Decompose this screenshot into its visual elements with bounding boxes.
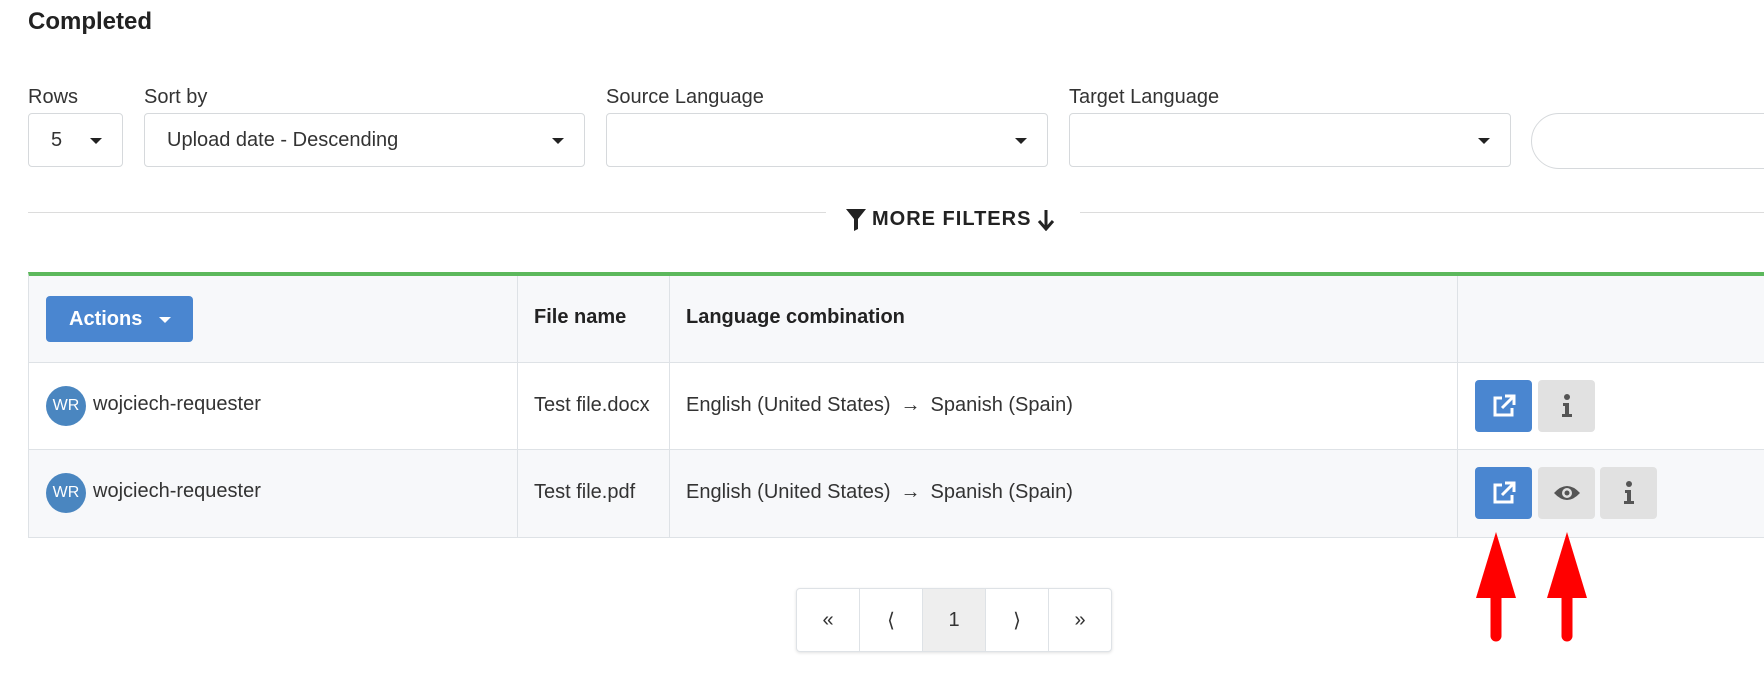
table-row: WR wojciech-requester Test file.pdf Engl… bbox=[29, 450, 1764, 537]
page-title: Completed bbox=[28, 8, 153, 35]
source-language: English (United States) bbox=[686, 394, 891, 416]
arrow-down-icon bbox=[1038, 209, 1055, 231]
requester-name: wojciech-requester bbox=[93, 480, 261, 502]
language-combination: English (United States) → Spanish (Spain) bbox=[686, 394, 1073, 417]
info-icon bbox=[1623, 481, 1634, 504]
actions-dropdown-button[interactable]: Actions bbox=[46, 296, 193, 342]
rows-label: Rows bbox=[28, 86, 79, 108]
eye-icon bbox=[1553, 486, 1580, 500]
chevron-down-icon bbox=[1015, 138, 1027, 144]
open-button[interactable] bbox=[1475, 380, 1532, 432]
avatar: WR bbox=[46, 473, 86, 513]
table-header-row: Actions File name Language combination bbox=[29, 276, 1764, 363]
completed-files-table: Actions File name Language combination W… bbox=[28, 272, 1764, 538]
column-divider bbox=[669, 276, 670, 537]
open-button[interactable] bbox=[1475, 467, 1532, 519]
next-page-button[interactable]: ⟩ bbox=[986, 589, 1049, 651]
target-language: Spanish (Spain) bbox=[930, 394, 1073, 416]
more-filters-toggle[interactable]: MORE FILTERS bbox=[846, 208, 1055, 231]
target-language: Spanish (Spain) bbox=[930, 481, 1073, 503]
table-row: WR wojciech-requester Test file.docx Eng… bbox=[29, 363, 1764, 450]
page-1-button[interactable]: 1 bbox=[923, 589, 986, 651]
last-page-button[interactable]: » bbox=[1049, 589, 1111, 651]
column-header-file-name: File name bbox=[534, 306, 627, 328]
info-button[interactable] bbox=[1538, 380, 1595, 432]
column-divider bbox=[1457, 276, 1458, 537]
external-link-icon bbox=[1493, 394, 1515, 417]
rows-select[interactable]: 5 bbox=[28, 113, 123, 167]
sort-by-label: Sort by bbox=[144, 86, 208, 108]
divider bbox=[28, 212, 826, 213]
annotation-arrow-icon bbox=[1547, 532, 1587, 642]
actions-button-label: Actions bbox=[69, 307, 143, 330]
column-divider bbox=[517, 276, 518, 537]
avatar: WR bbox=[46, 386, 86, 426]
first-page-button[interactable]: « bbox=[797, 589, 860, 651]
sort-by-select-value: Upload date - Descending bbox=[167, 128, 399, 151]
chevron-down-icon bbox=[552, 138, 564, 144]
source-language: English (United States) bbox=[686, 481, 891, 503]
chevron-down-icon bbox=[1478, 138, 1490, 144]
column-header-language-combination: Language combination bbox=[686, 306, 905, 328]
file-name: Test file.docx bbox=[534, 394, 650, 416]
more-filters-label: MORE FILTERS bbox=[872, 208, 1032, 230]
source-language-label: Source Language bbox=[606, 86, 764, 108]
external-link-icon bbox=[1493, 481, 1515, 504]
filter-icon bbox=[846, 208, 866, 231]
sort-by-select[interactable]: Upload date - Descending bbox=[144, 113, 585, 167]
divider bbox=[1080, 212, 1764, 213]
chevron-down-icon bbox=[159, 317, 171, 323]
arrow-right-icon: → bbox=[900, 394, 921, 416]
file-name: Test file.pdf bbox=[534, 481, 636, 503]
info-button[interactable] bbox=[1600, 467, 1657, 519]
preview-button[interactable] bbox=[1538, 467, 1595, 519]
pagination: « ⟨ 1 ⟩ » bbox=[796, 588, 1112, 652]
info-icon bbox=[1561, 394, 1572, 417]
arrow-right-icon: → bbox=[900, 481, 921, 503]
language-combination: English (United States) → Spanish (Spain) bbox=[686, 481, 1073, 504]
requester-name: wojciech-requester bbox=[93, 393, 261, 415]
target-language-label: Target Language bbox=[1069, 86, 1220, 108]
search-input[interactable] bbox=[1531, 113, 1764, 169]
source-language-select[interactable] bbox=[606, 113, 1048, 167]
annotation-arrow-icon bbox=[1476, 532, 1516, 642]
target-language-select[interactable] bbox=[1069, 113, 1511, 167]
chevron-down-icon bbox=[90, 138, 102, 144]
previous-page-button[interactable]: ⟨ bbox=[860, 589, 923, 651]
rows-select-value: 5 bbox=[51, 128, 63, 151]
